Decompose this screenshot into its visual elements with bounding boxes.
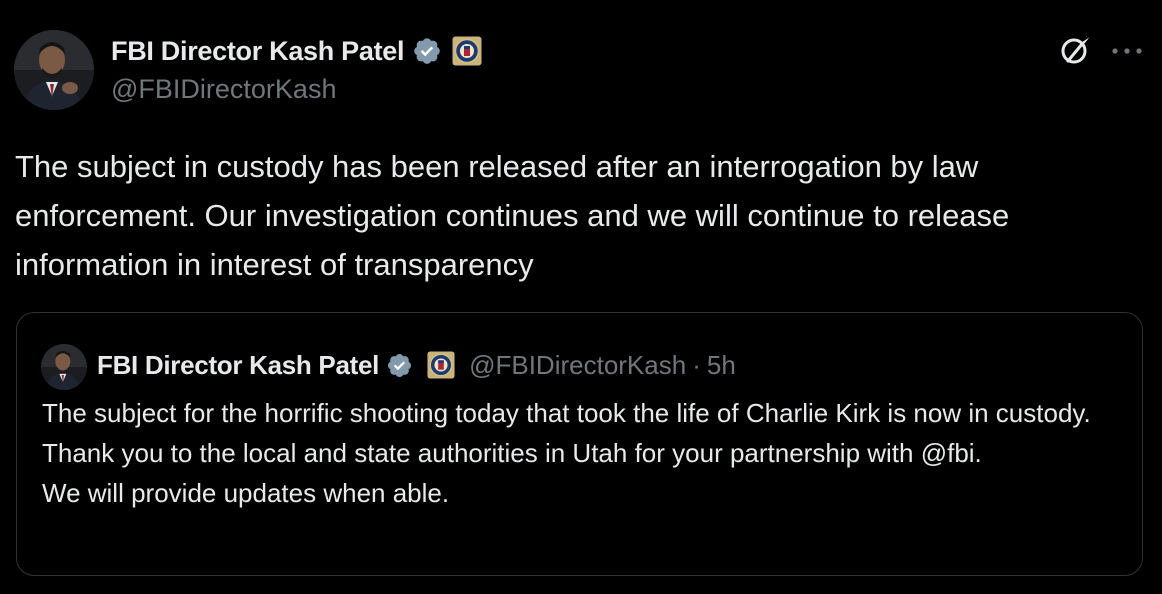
more-options-icon[interactable] (1110, 46, 1144, 56)
post-text: The subject in custody has been released… (15, 149, 1010, 282)
quoted-author-name[interactable]: FBI Director Kash Patel (97, 350, 379, 381)
author-row: FBI Director Kash Patel (111, 33, 482, 69)
fbi-seal-icon[interactable] (452, 36, 482, 66)
quoted-author-handle[interactable]: @FBIDirectorKash (469, 350, 686, 381)
verified-badge-icon[interactable] (412, 36, 442, 66)
grok-icon[interactable] (1058, 34, 1092, 68)
quoted-author-avatar[interactable] (41, 344, 87, 390)
author-name[interactable]: FBI Director Kash Patel (111, 36, 404, 67)
quoted-post-text: The subject for the horrific shooting to… (42, 393, 1122, 513)
quoted-author-row: FBI Director Kash Patel @FBIDirectorKash… (97, 347, 736, 383)
quoted-post[interactable]: FBI Director Kash Patel @FBIDirectorKash… (16, 312, 1143, 576)
quoted-verified-badge-icon[interactable] (386, 352, 413, 379)
quoted-text-line: We will provide updates when able. (42, 478, 450, 508)
avatar-photo (14, 30, 94, 110)
author-avatar[interactable] (14, 30, 94, 110)
quoted-avatar-photo (41, 344, 87, 390)
author-handle[interactable]: @FBIDirectorKash (111, 74, 336, 105)
quoted-timestamp[interactable]: 5h (707, 350, 736, 381)
quoted-fbi-seal-icon[interactable] (427, 351, 455, 379)
quoted-text-line: The subject for the horrific shooting to… (42, 398, 1091, 468)
quoted-separator: · (692, 349, 701, 380)
